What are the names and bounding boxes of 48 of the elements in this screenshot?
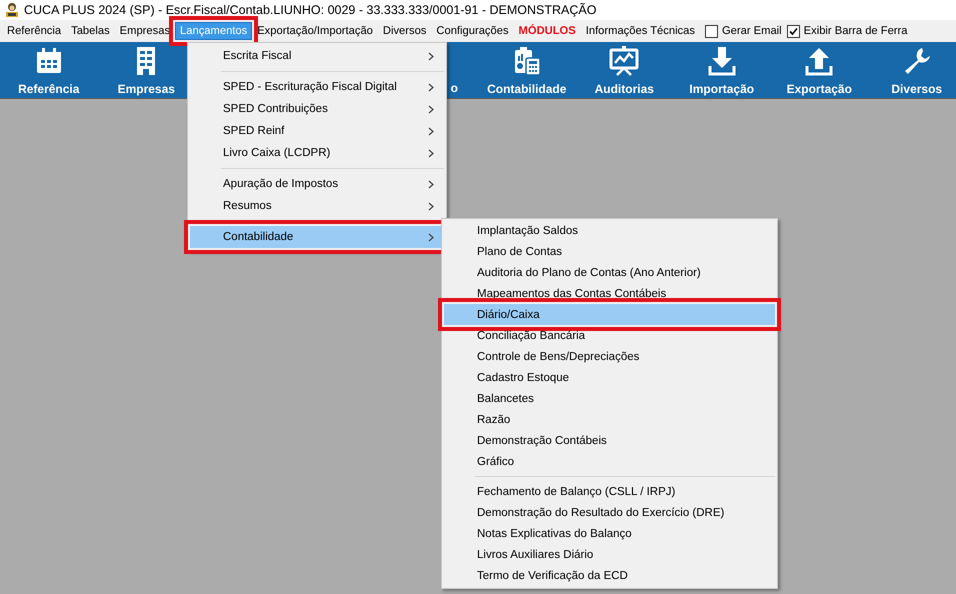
menu-item[interactable]: Termo de Verificação da ECD — [444, 565, 775, 586]
menu-item[interactable]: Fechamento de Balanço (CSLL / IRPJ) — [444, 481, 775, 502]
checkbox[interactable] — [704, 24, 718, 38]
menu-item[interactable]: Contabilidade — [190, 226, 444, 248]
menu-item[interactable]: SPED Reinf — [190, 120, 444, 142]
menu-item[interactable]: Razão — [444, 409, 775, 430]
menu-item[interactable]: Configurações — [431, 22, 514, 40]
menu-item[interactable]: Tabelas — [66, 22, 115, 40]
menu-item[interactable]: Resumos — [190, 195, 444, 217]
toolbar-button[interactable]: Contabilidade — [478, 42, 576, 98]
upload-icon — [804, 46, 834, 76]
menu-item[interactable]: Livro Caixa (LCDPR) — [190, 142, 444, 164]
menu-item[interactable]: Mapeamentos das Contas Contábeis — [444, 283, 775, 304]
menu-item[interactable]: Conciliação Bancária — [444, 325, 775, 346]
toolbar-button[interactable]: Diversos — [868, 42, 956, 98]
menu-item[interactable]: Livros Auxiliares Diário — [444, 544, 775, 565]
menu-item[interactable]: Referência — [2, 22, 66, 40]
menu-item[interactable]: Cadastro Estoque — [444, 367, 775, 388]
menu-item[interactable]: SPED Contribuições — [190, 98, 444, 120]
menu-item[interactable]: Diário/Caixa — [444, 304, 775, 325]
menu-item[interactable]: Controle de Bens/Depreciações — [444, 346, 775, 367]
menu-item[interactable]: Notas Explicativas do Balanço — [444, 523, 775, 544]
toolbar-button[interactable]: Referência — [0, 42, 98, 98]
menu-item[interactable]: Gráfico — [444, 451, 775, 472]
checkbox-label[interactable]: Gerar Email — [722, 25, 782, 37]
menu-item[interactable]: MÓDULOS — [514, 22, 581, 40]
menu-item[interactable]: Demonstração do Resultado do Exercício (DRE) — [444, 502, 775, 523]
toolbar-button[interactable]: Auditorias — [576, 42, 673, 98]
menu-item[interactable]: Plano de Contas — [444, 241, 775, 262]
toolbar-label: o — [450, 81, 458, 95]
menu-item[interactable]: Demonstração Contábeis — [444, 430, 775, 451]
toolbar-button[interactable]: Exportação — [770, 42, 868, 98]
presentation-chart-icon — [609, 46, 640, 76]
menu-item[interactable]: Implantação Saldos — [444, 220, 775, 241]
window-title: CUCA PLUS 2024 (SP) - Escr.Fiscal/Contab.LIUNHO: 0029 - 33.333.333/0001-91 - DEMONSTRAÇÃO — [24, 3, 596, 17]
menu-item[interactable]: Balancetes — [444, 388, 775, 409]
mascot-icon — [4, 2, 20, 18]
menu-item[interactable]: Auditoria do Plano de Contas (Ano Anterior) — [444, 262, 775, 283]
checkmark-icon — [788, 26, 798, 36]
menu-item[interactable]: Diversos — [378, 22, 432, 40]
menu-item[interactable]: Apuração de Impostos — [190, 173, 444, 195]
menu-item[interactable]: Exportação/Importação — [252, 22, 378, 40]
menu-item[interactable]: Informações Técnicas — [580, 22, 700, 40]
checkbox[interactable] — [786, 24, 800, 38]
checkbox-label[interactable]: Exibir Barra de Ferra — [804, 25, 908, 37]
download-icon — [706, 46, 737, 76]
menu-item[interactable]: Empresas — [114, 22, 176, 40]
toolbar-button[interactable]: Importação — [673, 42, 770, 98]
